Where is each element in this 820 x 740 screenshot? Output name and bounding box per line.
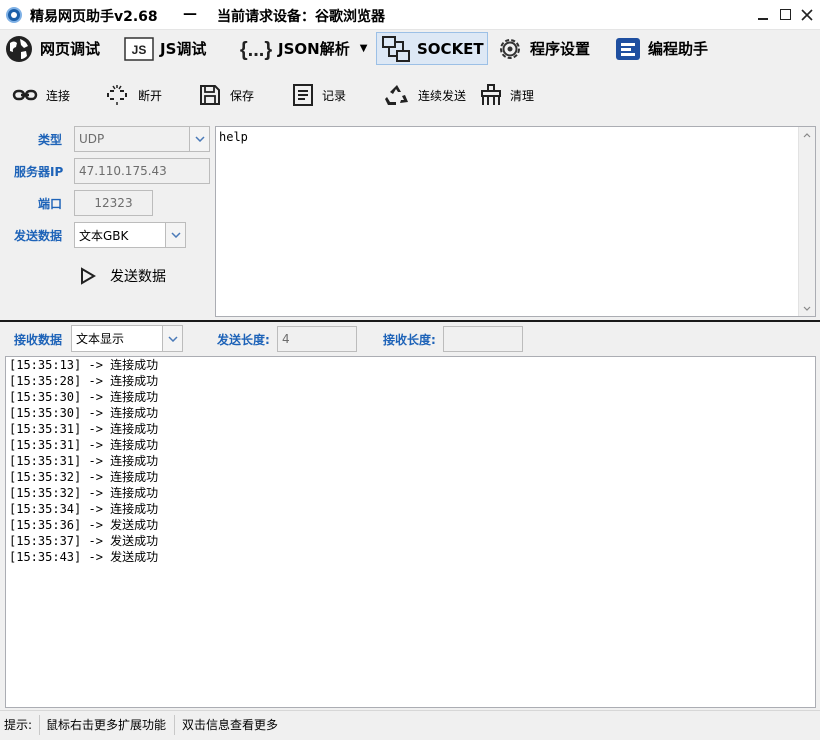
clear-button[interactable]: 清理: [480, 83, 534, 107]
type-label: 类型: [38, 133, 63, 147]
document-icon: [292, 83, 314, 107]
tab-web-debug[interactable]: 网页调试: [4, 32, 100, 65]
tab-js-debug[interactable]: JS JS调试: [124, 32, 206, 65]
status-bar: 提示: 鼠标右击更多扩展功能 双击信息查看更多: [0, 710, 820, 740]
server-ip-input[interactable]: 47.110.175.43: [74, 158, 210, 184]
connect-button[interactable]: 连接: [12, 83, 70, 107]
send-length-field: 4: [277, 326, 357, 352]
braces-icon: {...}: [240, 36, 272, 62]
tab-programming-helper[interactable]: 编程助手: [614, 32, 708, 65]
receive-data-label: 接收数据: [14, 333, 63, 347]
receive-mode-select[interactable]: 文本显示: [71, 325, 183, 352]
log-line: [15:35:28] -> 连接成功: [9, 374, 159, 388]
tab-json-parse[interactable]: {...} JSON解析 ▼: [240, 32, 367, 65]
port-input[interactable]: 12323: [74, 190, 153, 216]
send-data-label: 发送数据: [14, 229, 63, 243]
status-separator: [174, 715, 175, 735]
code-helper-icon: [614, 36, 642, 62]
send-format-select[interactable]: 文本GBK: [74, 222, 186, 248]
recycle-icon: [384, 83, 410, 107]
scroll-up-icon[interactable]: [799, 127, 815, 143]
receive-length-label: 接收长度:: [383, 333, 436, 347]
receive-length-field: [443, 326, 523, 352]
title-separator: —: [183, 6, 197, 22]
title-bar: 精易网页助手v2.68 — 当前请求设备：谷歌浏览器: [0, 0, 820, 30]
tab-program-settings[interactable]: 程序设置: [496, 32, 590, 65]
link-icon: [12, 87, 38, 103]
broken-link-icon: [104, 84, 130, 106]
type-select[interactable]: UDP: [74, 126, 210, 152]
status-separator: [39, 715, 40, 735]
globe-icon: [4, 34, 34, 64]
status-tip-label: 提示:: [4, 718, 33, 732]
tab-socket[interactable]: SOCKET: [376, 32, 488, 65]
play-icon: [80, 267, 96, 285]
close-button[interactable]: [796, 4, 818, 26]
current-device: 当前请求设备：谷歌浏览器: [217, 9, 385, 25]
save-button[interactable]: 保存: [198, 83, 254, 107]
log-line: [15:35:43] -> 发送成功: [9, 550, 159, 564]
log-line: [15:35:31] -> 连接成功: [9, 438, 159, 452]
record-button[interactable]: 记录: [292, 83, 346, 107]
log-line: [15:35:30] -> 连接成功: [9, 406, 159, 420]
log-line: [15:35:31] -> 连接成功: [9, 422, 159, 436]
log-line: [15:35:31] -> 连接成功: [9, 454, 159, 468]
section-divider: [0, 320, 820, 322]
window-title: 精易网页助手v2.68: [30, 9, 158, 25]
network-icon: [381, 35, 411, 63]
send-text: help: [219, 130, 248, 144]
send-length-label: 发送长度:: [217, 333, 270, 347]
send-scrollbar[interactable]: [798, 127, 815, 316]
close-icon: [801, 9, 813, 21]
chevron-down-icon[interactable]: [162, 326, 182, 351]
log-line: [15:35:30] -> 连接成功: [9, 390, 159, 404]
log-line: [15:35:13] -> 连接成功: [9, 358, 159, 372]
continuous-send-button[interactable]: 连续发送: [384, 83, 466, 107]
scroll-down-icon[interactable]: [799, 300, 815, 316]
chevron-down-icon[interactable]: [189, 127, 209, 151]
receive-log-area[interactable]: [15:35:13] -> 连接成功 [15:35:28] -> 连接成功 [1…: [5, 356, 816, 708]
svg-text:JS: JS: [132, 43, 147, 57]
socket-toolbar: 连接 断开 保存 记录 连续发送 清理: [0, 70, 820, 120]
maximize-button[interactable]: [774, 4, 796, 26]
send-data-button[interactable]: 发送数据: [80, 264, 166, 288]
status-tip-right-click: 鼠标右击更多扩展功能: [46, 718, 167, 732]
port-label: 端口: [38, 197, 63, 211]
chevron-down-icon[interactable]: [165, 223, 185, 247]
app-logo-icon: [6, 7, 22, 23]
broom-icon: [480, 84, 502, 106]
log-line: [15:35:37] -> 发送成功: [9, 534, 159, 548]
minimize-button[interactable]: [752, 4, 774, 26]
log-line: [15:35:32] -> 连接成功: [9, 486, 159, 500]
log-line: [15:35:32] -> 连接成功: [9, 470, 159, 484]
svg-text:{...}: {...}: [240, 39, 272, 61]
floppy-icon: [198, 83, 222, 107]
chevron-down-icon[interactable]: ▼: [360, 43, 368, 54]
log-line: [15:35:36] -> 发送成功: [9, 518, 159, 532]
js-icon: JS: [124, 36, 154, 61]
disconnect-button[interactable]: 断开: [104, 83, 162, 107]
gear-icon: [496, 35, 524, 63]
log-line: [15:35:34] -> 连接成功: [9, 502, 159, 516]
status-tip-double-click: 双击信息查看更多: [182, 718, 279, 732]
send-text-area[interactable]: help: [215, 126, 816, 317]
server-ip-label: 服务器IP: [14, 165, 64, 179]
main-tab-bar: 网页调试 JS JS调试 {...} JSON解析 ▼ SOCKET 程序设置 …: [0, 31, 820, 67]
